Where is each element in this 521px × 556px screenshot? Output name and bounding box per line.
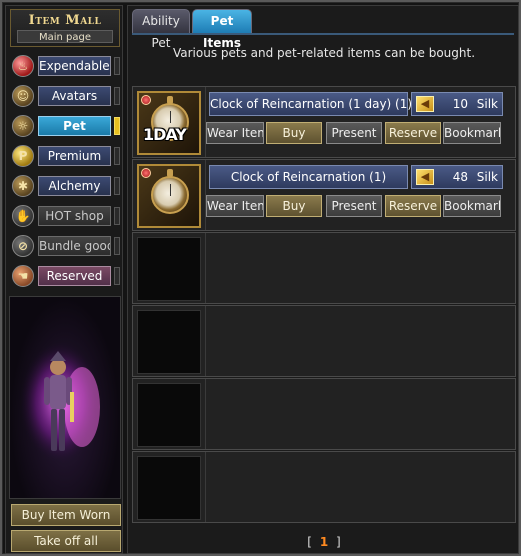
- category-reserved[interactable]: ☚ Reserved: [10, 264, 122, 288]
- buy-button[interactable]: Buy: [266, 122, 322, 144]
- category-indicator: [114, 117, 120, 135]
- character-preview[interactable]: [9, 296, 121, 499]
- empty-item-row: [132, 378, 516, 450]
- wear-item-button[interactable]: Wear Item: [206, 122, 264, 144]
- price-value: 10: [452, 97, 468, 111]
- empty-item-row: [132, 232, 516, 304]
- reserved-icon: ☚: [12, 265, 34, 287]
- category-label: Alchemy: [38, 176, 111, 196]
- pocket-watch-icon: [151, 176, 189, 214]
- category-label: Avatars: [38, 86, 111, 106]
- pet-icon: ☼: [12, 115, 34, 137]
- item-row: 1DAY Clock of Reincarnation (1 day) (1) …: [132, 86, 516, 158]
- potion-icon: ♨: [12, 55, 34, 77]
- category-label: Premium: [38, 146, 111, 166]
- row-separator: [205, 233, 206, 303]
- price-currency: Silk: [476, 170, 498, 184]
- tab-underline: [132, 33, 514, 35]
- alchemy-icon: ✱: [12, 175, 34, 197]
- empty-thumbnail: [137, 383, 201, 447]
- item-name: Clock of Reincarnation (1): [209, 165, 408, 189]
- hot-shop-icon: ✋: [12, 205, 34, 227]
- category-indicator: [114, 207, 120, 225]
- wear-item-button[interactable]: Wear Item: [206, 195, 264, 217]
- item-mall-window: Item Mall Main page ♨ Expendables ☺ Avat…: [0, 0, 521, 556]
- category-label: Bundle goods: [38, 236, 111, 256]
- category-label: Expendables: [38, 56, 111, 76]
- category-label: Pet: [38, 116, 111, 136]
- reserve-button[interactable]: Reserve: [385, 195, 441, 217]
- item-name: Clock of Reincarnation (1 day) (1): [209, 92, 412, 116]
- buy-button[interactable]: Buy: [266, 195, 322, 217]
- reserve-button[interactable]: Reserve: [385, 122, 441, 144]
- category-indicator: [114, 87, 120, 105]
- buy-item-worn-button[interactable]: Buy Item Worn: [11, 504, 121, 526]
- tab-pet-items[interactable]: Pet Items: [192, 9, 252, 50]
- category-panel: Item Mall Main page ♨ Expendables ☺ Avat…: [5, 5, 123, 554]
- row-separator: [205, 452, 206, 522]
- price-currency: Silk: [476, 97, 498, 111]
- rarity-gem-icon: [141, 95, 151, 105]
- rarity-gem-icon: [141, 168, 151, 178]
- empty-item-row: [132, 451, 516, 523]
- category-bundle-goods[interactable]: ⊘ Bundle goods: [10, 234, 122, 258]
- empty-item-row: [132, 305, 516, 377]
- bookmark-button[interactable]: Bookmark: [443, 195, 501, 217]
- bookmark-button[interactable]: Bookmark: [443, 122, 501, 144]
- category-hot-shop[interactable]: ✋ HOT shop: [10, 204, 122, 228]
- pager-bracket-right: ]: [336, 535, 341, 549]
- category-indicator: [114, 267, 120, 285]
- item-list-panel: Ability Pet Pet Items Various pets and p…: [127, 5, 519, 554]
- category-indicator: [114, 147, 120, 165]
- item-thumbnail[interactable]: [137, 164, 201, 228]
- category-indicator: [114, 57, 120, 75]
- take-off-all-button[interactable]: Take off all: [11, 530, 121, 552]
- category-pet[interactable]: ☼ Pet: [10, 114, 122, 138]
- category-alchemy[interactable]: ✱ Alchemy: [10, 174, 122, 198]
- category-description: Various pets and pet-related items can b…: [172, 46, 476, 60]
- item-price: ◀ 10 Silk: [411, 92, 503, 116]
- category-indicator: [114, 177, 120, 195]
- category-label: Reserved: [38, 266, 111, 286]
- empty-thumbnail: [137, 237, 201, 301]
- character-avatar-image: [20, 342, 100, 462]
- page-number-current[interactable]: 1: [320, 535, 328, 549]
- item-thumbnail[interactable]: 1DAY: [137, 91, 201, 155]
- premium-icon: P: [12, 145, 34, 167]
- mall-header: Item Mall Main page: [10, 9, 120, 47]
- price-value: 48: [452, 170, 468, 184]
- avatar-icon: ☺: [12, 85, 34, 107]
- row-separator: [205, 379, 206, 449]
- category-label: HOT shop: [38, 206, 111, 226]
- duration-badge: 1DAY: [143, 125, 187, 144]
- category-expendables[interactable]: ♨ Expendables: [10, 54, 122, 78]
- mall-title: Item Mall: [28, 13, 102, 28]
- empty-thumbnail: [137, 310, 201, 374]
- pagination: [ 1 ]: [128, 535, 520, 549]
- present-button[interactable]: Present: [326, 122, 382, 144]
- bundle-icon: ⊘: [12, 235, 34, 257]
- pager-bracket-left: [: [307, 535, 312, 549]
- silk-currency-icon: ◀: [416, 169, 434, 185]
- tab-ability-pet[interactable]: Ability Pet: [132, 9, 190, 50]
- category-premium[interactable]: P Premium: [10, 144, 122, 168]
- item-row: Clock of Reincarnation (1) ◀ 48 Silk Wea…: [132, 159, 516, 231]
- row-separator: [205, 306, 206, 376]
- item-price: ◀ 48 Silk: [411, 165, 503, 189]
- category-avatars[interactable]: ☺ Avatars: [10, 84, 122, 108]
- silk-currency-icon: ◀: [416, 96, 434, 112]
- main-page-button[interactable]: Main page: [17, 30, 113, 43]
- category-indicator: [114, 237, 120, 255]
- empty-thumbnail: [137, 456, 201, 520]
- present-button[interactable]: Present: [326, 195, 382, 217]
